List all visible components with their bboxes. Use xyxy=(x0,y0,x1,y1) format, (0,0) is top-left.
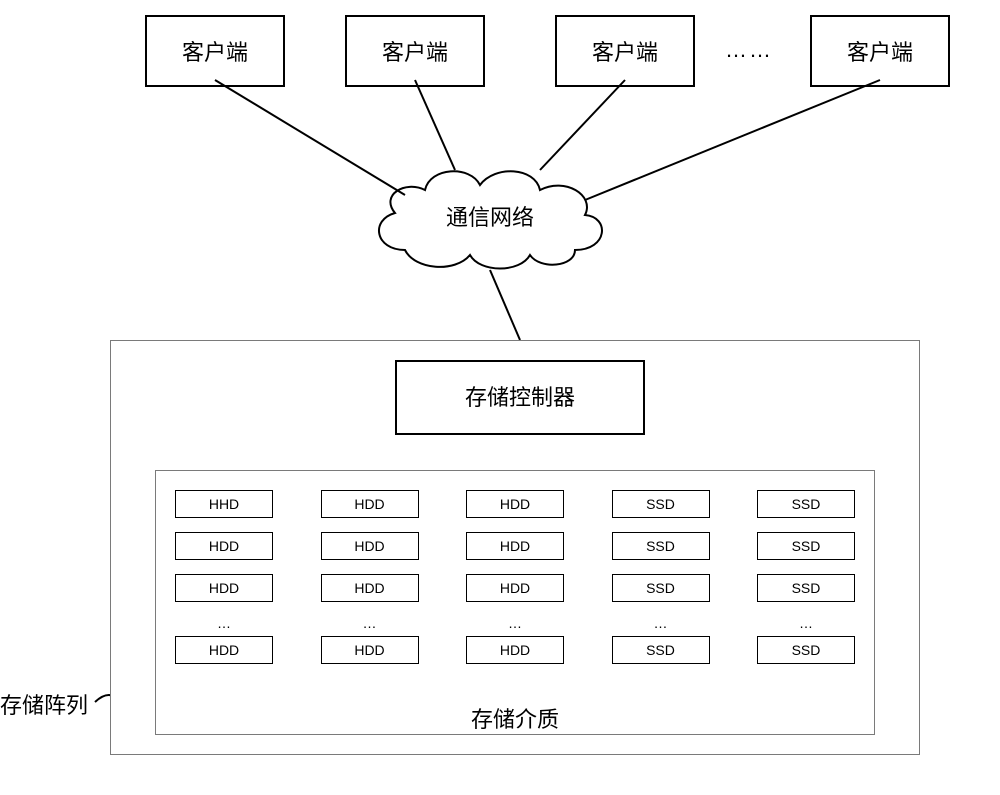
storage-array-label: 存储阵列 xyxy=(0,688,88,720)
drive-hdd: HDD xyxy=(466,574,564,602)
client-box-1: 客户端 xyxy=(145,15,285,87)
drive-hdd: HDD xyxy=(321,636,419,664)
drive-dots: … xyxy=(797,616,815,630)
drive-dots: … xyxy=(652,616,670,630)
drive-row-4: HDD HDD HDD SSD SSD xyxy=(175,636,855,664)
drive-grid: HHD HDD HDD SSD SSD HDD HDD HDD SSD SSD … xyxy=(175,490,855,678)
drive-row-1: HHD HDD HDD SSD SSD xyxy=(175,490,855,518)
client-box-4: 客户端 xyxy=(810,15,950,87)
client-box-3: 客户端 xyxy=(555,15,695,87)
drive-hdd: HDD xyxy=(321,490,419,518)
drive-ssd: SSD xyxy=(612,574,710,602)
drive-ssd: SSD xyxy=(757,532,855,560)
network-label: 通信网络 xyxy=(425,200,555,232)
drive-row-3: HDD HDD HDD SSD SSD xyxy=(175,574,855,602)
drive-ssd: SSD xyxy=(612,532,710,560)
drive-row-2: HDD HDD HDD SSD SSD xyxy=(175,532,855,560)
drive-dots-row: … … … … … xyxy=(175,616,855,630)
drive-hdd: HDD xyxy=(175,636,273,664)
storage-controller: 存储控制器 xyxy=(395,360,645,435)
drive-ssd: SSD xyxy=(757,574,855,602)
storage-media-label: 存储介质 xyxy=(450,702,580,734)
drive-ssd: SSD xyxy=(757,490,855,518)
drive-ssd: SSD xyxy=(612,490,710,518)
drive-hdd: HDD xyxy=(175,574,273,602)
drive-dots: … xyxy=(361,616,379,630)
drive-dots: … xyxy=(215,616,233,630)
drive-hdd: HDD xyxy=(466,532,564,560)
drive-hdd: HDD xyxy=(321,574,419,602)
drive-dots: … xyxy=(506,616,524,630)
client-box-2: 客户端 xyxy=(345,15,485,87)
drive-hhd: HHD xyxy=(175,490,273,518)
drive-hdd: HDD xyxy=(466,636,564,664)
drive-ssd: SSD xyxy=(612,636,710,664)
drive-hdd: HDD xyxy=(321,532,419,560)
drive-ssd: SSD xyxy=(757,636,855,664)
drive-hdd: HDD xyxy=(175,532,273,560)
client-ellipsis: …… xyxy=(725,37,773,63)
drive-hdd: HDD xyxy=(466,490,564,518)
